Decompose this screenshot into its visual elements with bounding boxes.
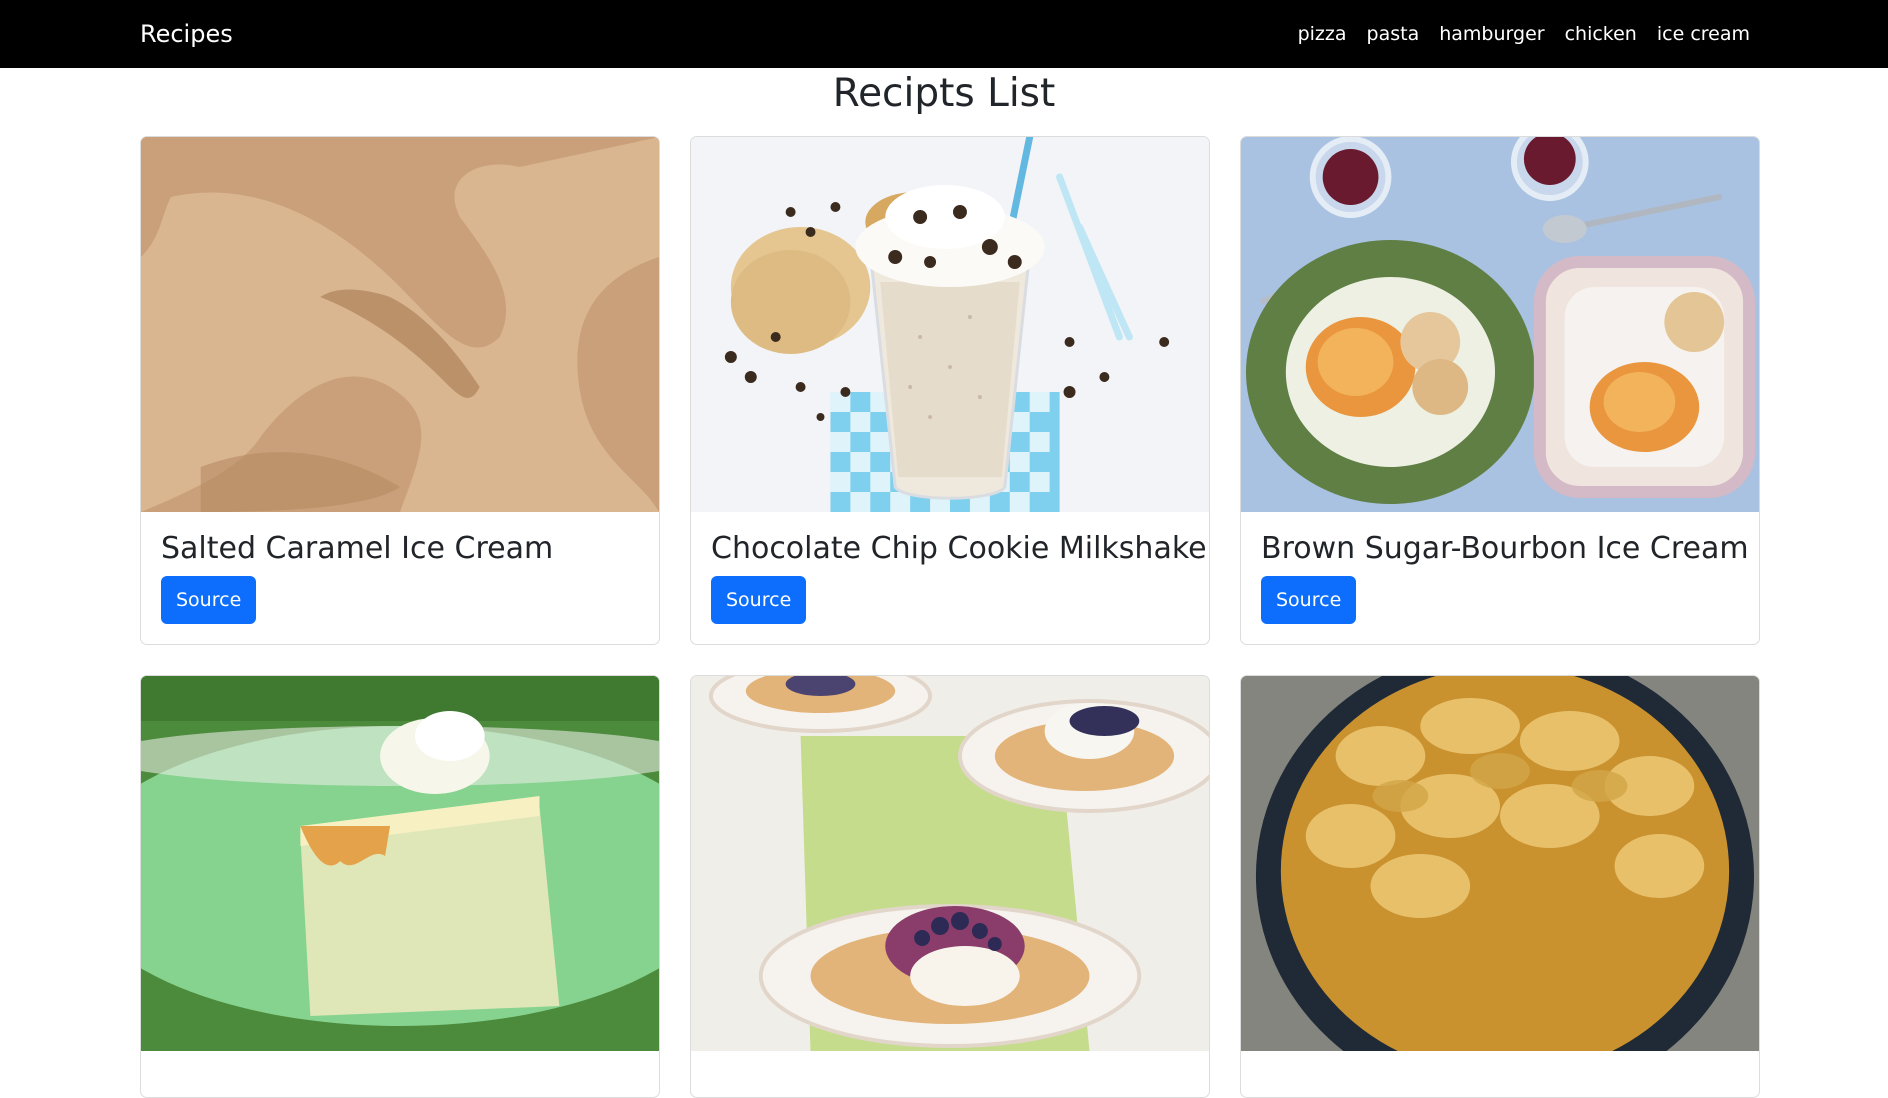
card-body: [691, 1051, 1209, 1097]
recipe-image: [691, 676, 1209, 1051]
recipe-title: Brown Sugar-Bourbon Ice Cream: [1261, 531, 1749, 566]
nav-link-hamburger[interactable]: hamburger: [1429, 23, 1554, 45]
nav-links: pizza pasta hamburger chicken ice cream: [1288, 0, 1750, 68]
nav-link-ice-cream[interactable]: ice cream: [1647, 23, 1750, 45]
recipe-title: Salted Caramel Ice Cream: [161, 531, 554, 566]
recipe-card: [140, 675, 660, 1098]
source-button[interactable]: Source: [711, 576, 807, 624]
recipe-image: [1241, 137, 1759, 512]
card-body: Chocolate Chip Cookie Milkshake Source: [691, 512, 1209, 644]
source-button[interactable]: Source: [1261, 576, 1357, 624]
recipe-card: [1240, 675, 1760, 1098]
brand-link[interactable]: Recipes: [140, 0, 233, 68]
recipe-card: Chocolate Chip Cookie Milkshake Source: [690, 136, 1210, 645]
recipe-title: Chocolate Chip Cookie Milkshake: [711, 531, 1207, 566]
recipe-image: [691, 137, 1209, 512]
nav-link-chicken[interactable]: chicken: [1555, 23, 1647, 45]
recipe-card: Salted Caramel Ice Cream Source: [140, 136, 660, 645]
card-body: Salted Caramel Ice Cream Source: [141, 512, 659, 644]
recipe-grid: Salted Caramel Ice Cream Source Chocolat…: [140, 136, 1760, 1098]
navbar: Recipes pizza pasta hamburger chicken ic…: [0, 0, 1888, 68]
card-body: [1241, 1051, 1759, 1097]
nav-link-pizza[interactable]: pizza: [1288, 23, 1357, 45]
card-body: [141, 1051, 659, 1097]
recipe-card: Brown Sugar-Bourbon Ice Cream Source: [1240, 136, 1760, 645]
page-title: Recipts List: [832, 71, 1056, 116]
recipe-image: [141, 137, 659, 512]
recipe-image: [1241, 676, 1759, 1051]
recipe-card: [690, 675, 1210, 1098]
card-body: Brown Sugar-Bourbon Ice Cream Source: [1241, 512, 1759, 644]
recipe-image: [141, 676, 659, 1051]
nav-link-pasta[interactable]: pasta: [1357, 23, 1430, 45]
source-button[interactable]: Source: [161, 576, 257, 624]
